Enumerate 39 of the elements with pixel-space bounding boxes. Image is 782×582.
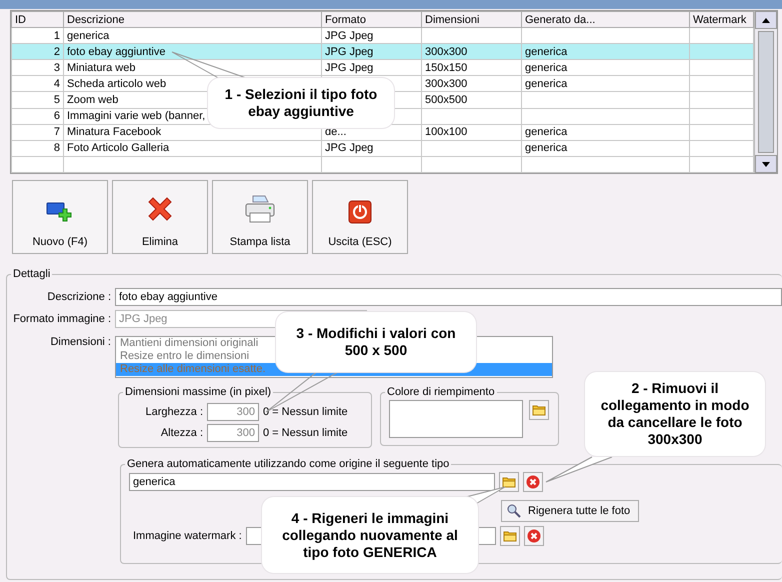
group-title: Dettagli [12, 268, 52, 280]
field-label: Descrizione : [46, 291, 112, 303]
group-title: Colore di riempimento [386, 386, 496, 398]
table-cell: 6 [12, 108, 64, 124]
table-cell: 3 [12, 60, 64, 76]
field-label: Larghezza : [144, 406, 204, 418]
field-label: Dimensioni : [49, 336, 112, 348]
field-label: Formato immagine : [12, 313, 112, 325]
field-label: Altezza : [160, 427, 204, 439]
table-cell: 150x150 [422, 60, 522, 76]
field-label: Immagine watermark : [133, 530, 242, 542]
table-cell: 500x500 [422, 92, 522, 108]
callout-tooltip: 4 - Rigeneri le immagini collegando nuovamente al tipo foto GENERICA [262, 497, 478, 573]
table-cell: 300x300 [422, 44, 522, 60]
table-cell: generica [522, 140, 690, 156]
table-cell: 100x100 [422, 124, 522, 140]
table-cell: generica [522, 44, 690, 60]
table-cell: 300x300 [422, 76, 522, 92]
table-cell: generica [522, 76, 690, 92]
table-cell: foto ebay aggiuntive [64, 44, 322, 60]
table-cell: 5 [12, 92, 64, 108]
callout-tooltip: 1 - Selezioni il tipo foto ebay aggiuntive [208, 78, 394, 128]
table-cell: 2 [12, 44, 64, 60]
table-cell: 4 [12, 76, 64, 92]
callout-tooltip: 2 - Rimuovi il collegamento in modo da cancellare le foto 300x300 [585, 372, 765, 456]
table-cell: Miniatura web [64, 60, 322, 76]
group-title: Genera automaticamente utilizzando come origine il seguente tipo [126, 458, 450, 470]
table-cell: generica [522, 124, 690, 140]
table-cell: 7 [12, 124, 64, 140]
group-title: Dimensioni massime (in pixel) [124, 386, 272, 398]
table-cell: JPG Jpeg [322, 44, 422, 60]
table-cell: Foto Articolo Galleria [64, 140, 322, 156]
field-hint: 0 = Nessun limite [263, 406, 348, 418]
table-cell: JPG Jpeg [322, 140, 422, 156]
callout-tooltip: 3 - Modifichi i valori con 500 x 500 [276, 312, 476, 372]
table-cell: generica [522, 60, 690, 76]
table-cell: 8 [12, 140, 64, 156]
field-hint: 0 = Nessun limite [263, 427, 348, 439]
table-cell: JPG Jpeg [322, 60, 422, 76]
